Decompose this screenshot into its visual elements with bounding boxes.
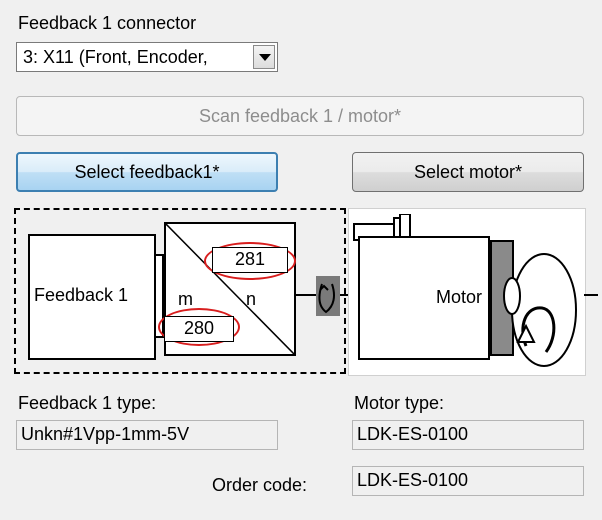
scan-feedback-motor-button[interactable]: Scan feedback 1 / motor*	[16, 96, 584, 136]
feedback-connector-value: 3: X11 (Front, Encoder,	[23, 47, 208, 67]
m-label: m	[178, 289, 193, 309]
feedback-connector-label: Feedback 1 connector	[18, 13, 197, 33]
select-feedback-button[interactable]: Select feedback1*	[16, 152, 278, 192]
shaft-line	[296, 294, 316, 296]
feedback-type-field[interactable]: Unkn#1Vpp-1mm-5V	[16, 420, 278, 450]
feedback-block-label: Feedback 1	[34, 285, 129, 305]
coupling-icon	[316, 276, 340, 316]
m-value-field[interactable]: 280	[164, 316, 234, 342]
n-value-field[interactable]: 281	[212, 247, 288, 273]
motor-type-label: Motor type:	[354, 393, 445, 413]
order-code-label: Order code:	[212, 475, 308, 495]
motor-type-field[interactable]: LDK-ES-0100	[352, 420, 584, 450]
motor-label: Motor	[436, 287, 483, 307]
chevron-down-icon[interactable]	[253, 45, 275, 69]
motor-output-line	[584, 294, 598, 296]
feedback-connector-select[interactable]: 3: X11 (Front, Encoder,	[16, 42, 278, 72]
select-motor-button[interactable]: Select motor*	[352, 152, 584, 192]
n-label: n	[246, 289, 257, 309]
order-code-field[interactable]: LDK-ES-0100	[352, 466, 584, 496]
rotation-icon	[498, 246, 588, 381]
feedback-type-label: Feedback 1 type:	[18, 393, 157, 413]
